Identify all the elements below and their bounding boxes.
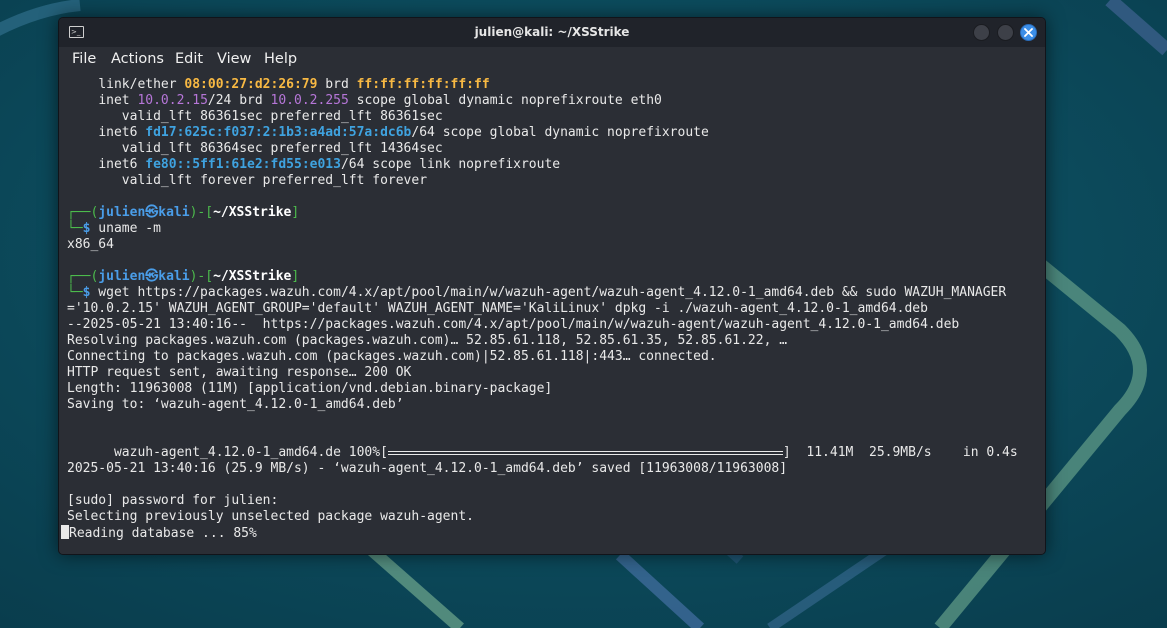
window-title: julien@kali: ~/XSStrike <box>474 25 630 39</box>
title-bar[interactable]: >_ julien@kali: ~/XSStrike <box>59 18 1045 47</box>
menu-help[interactable]: Help <box>264 51 297 67</box>
terminal-output[interactable]: link/ether 08:00:27:d2:26:79 brd ff:ff:f… <box>59 73 1045 554</box>
menu-view[interactable]: View <box>217 51 251 67</box>
terminal-line: valid_lft 86364sec preferred_lft 14364se… <box>121 141 443 156</box>
prompt-line: ┌──(julien㉿kali)-[~/XSStrike] <box>67 205 300 220</box>
terminal-line: inet6 fd17:625c:f037:2:1b3:a4ad:57a:dc6b… <box>98 125 709 140</box>
download-progress-line: wazuh-agent_4.12.0-1_amd64.de 100%[] 11.… <box>113 445 1018 460</box>
terminal-line: [sudo] password for julien: <box>67 493 279 508</box>
terminal-window: >_ julien@kali: ~/XSStrike File Actions … <box>58 17 1046 555</box>
terminal-line: Resolving packages.wazuh.com (packages.w… <box>67 333 788 348</box>
command-line-continued: ='10.0.2.15' WAZUH_AGENT_GROUP='default'… <box>67 301 928 316</box>
terminal-line: Connecting to packages.wazuh.com (packag… <box>67 349 717 364</box>
terminal-line: valid_lft forever preferred_lft forever <box>121 173 428 188</box>
minimize-button[interactable] <box>973 24 990 41</box>
progress-bar-fill <box>387 451 783 455</box>
maximize-button[interactable] <box>997 24 1014 41</box>
text-cursor <box>61 525 69 539</box>
terminal-line: 2025-05-21 13:40:16 (25.9 MB/s) - ‘wazuh… <box>67 461 788 476</box>
command-line: └─$ uname -m <box>67 221 161 236</box>
terminal-line: Selecting previously unselected package … <box>67 509 474 524</box>
prompt-line: ┌──(julien㉿kali)-[~/XSStrike] <box>67 269 300 284</box>
terminal-line: inet6 fe80::5ff1:61e2:fd55:e013/64 scope… <box>98 157 561 172</box>
menu-edit[interactable]: Edit <box>175 51 203 67</box>
progress-track <box>387 445 783 461</box>
menu-file[interactable]: File <box>72 51 96 67</box>
terminal-line: Length: 11963008 (11M) [application/vnd.… <box>67 381 553 396</box>
terminal-line: Reading database ... 85% <box>61 525 257 541</box>
terminal-line: x86_64 <box>67 237 114 252</box>
menu-bar: File Actions Edit View Help <box>59 47 1045 73</box>
terminal-line: valid_lft 86361sec preferred_lft 86361se… <box>121 109 443 124</box>
terminal-line: --2025-05-21 13:40:16-- https://packages… <box>67 317 960 332</box>
terminal-line: HTTP request sent, awaiting response… 20… <box>67 365 412 380</box>
close-icon <box>1024 28 1033 37</box>
menu-actions[interactable]: Actions <box>111 51 164 67</box>
close-button[interactable] <box>1020 24 1037 41</box>
terminal-line: inet 10.0.2.15/24 brd 10.0.2.255 scope g… <box>98 93 662 108</box>
command-line: └─$ wget https://packages.wazuh.com/4.x/… <box>67 285 1007 300</box>
terminal-line: link/ether 08:00:27:d2:26:79 brd ff:ff:f… <box>98 77 490 92</box>
terminal-line: Saving to: ‘wazuh-agent_4.12.0-1_amd64.d… <box>67 397 404 412</box>
